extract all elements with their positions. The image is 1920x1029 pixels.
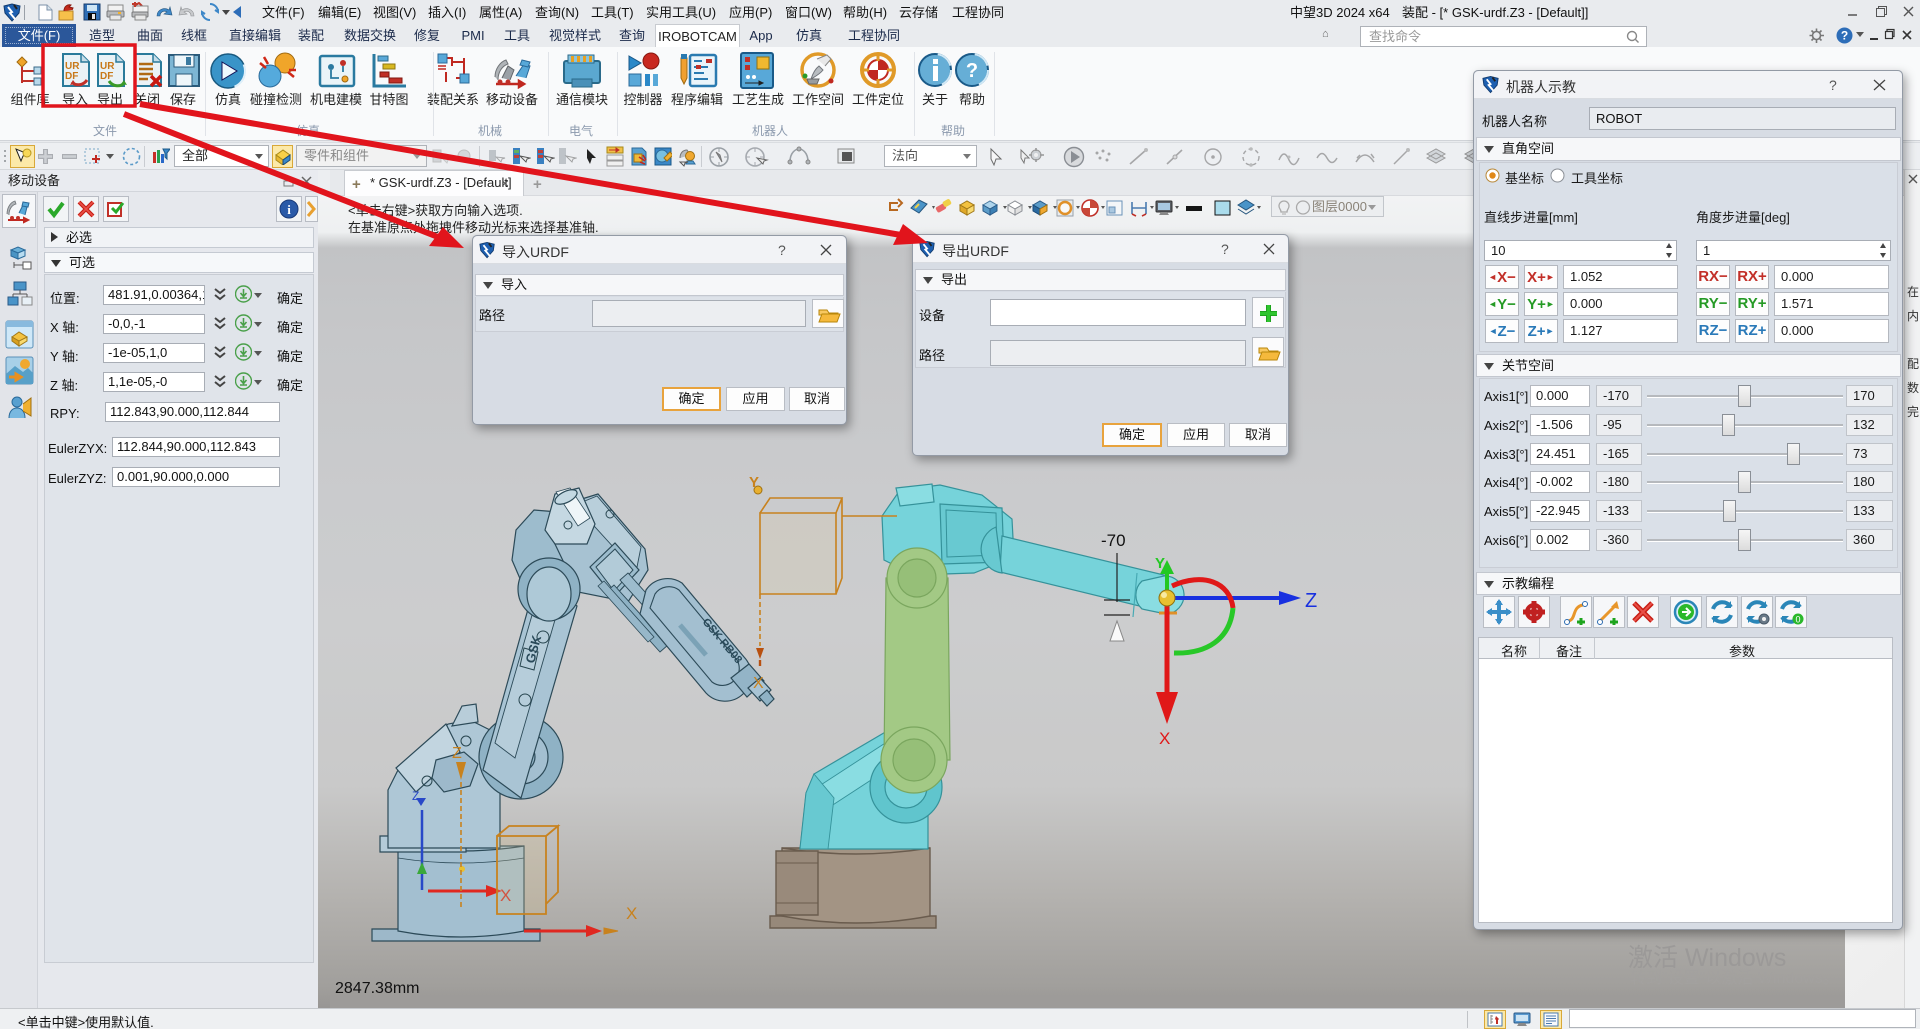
svg-text:Y: Y [1155, 555, 1165, 572]
svg-text:DF: DF [100, 71, 113, 82]
svg-text:Z: Z [1305, 590, 1317, 612]
svg-text:X: X [753, 675, 764, 692]
svg-text:?: ? [1841, 29, 1848, 43]
svg-text:Z: Z [412, 789, 419, 803]
svg-text:DF: DF [65, 71, 78, 82]
svg-text:Z: Z [452, 745, 462, 762]
svg-text:X: X [1159, 729, 1170, 748]
svg-text:X: X [626, 904, 637, 923]
svg-text:i: i [287, 202, 291, 217]
svg-text:0: 0 [1795, 615, 1800, 625]
svg-text:?: ? [966, 60, 978, 82]
